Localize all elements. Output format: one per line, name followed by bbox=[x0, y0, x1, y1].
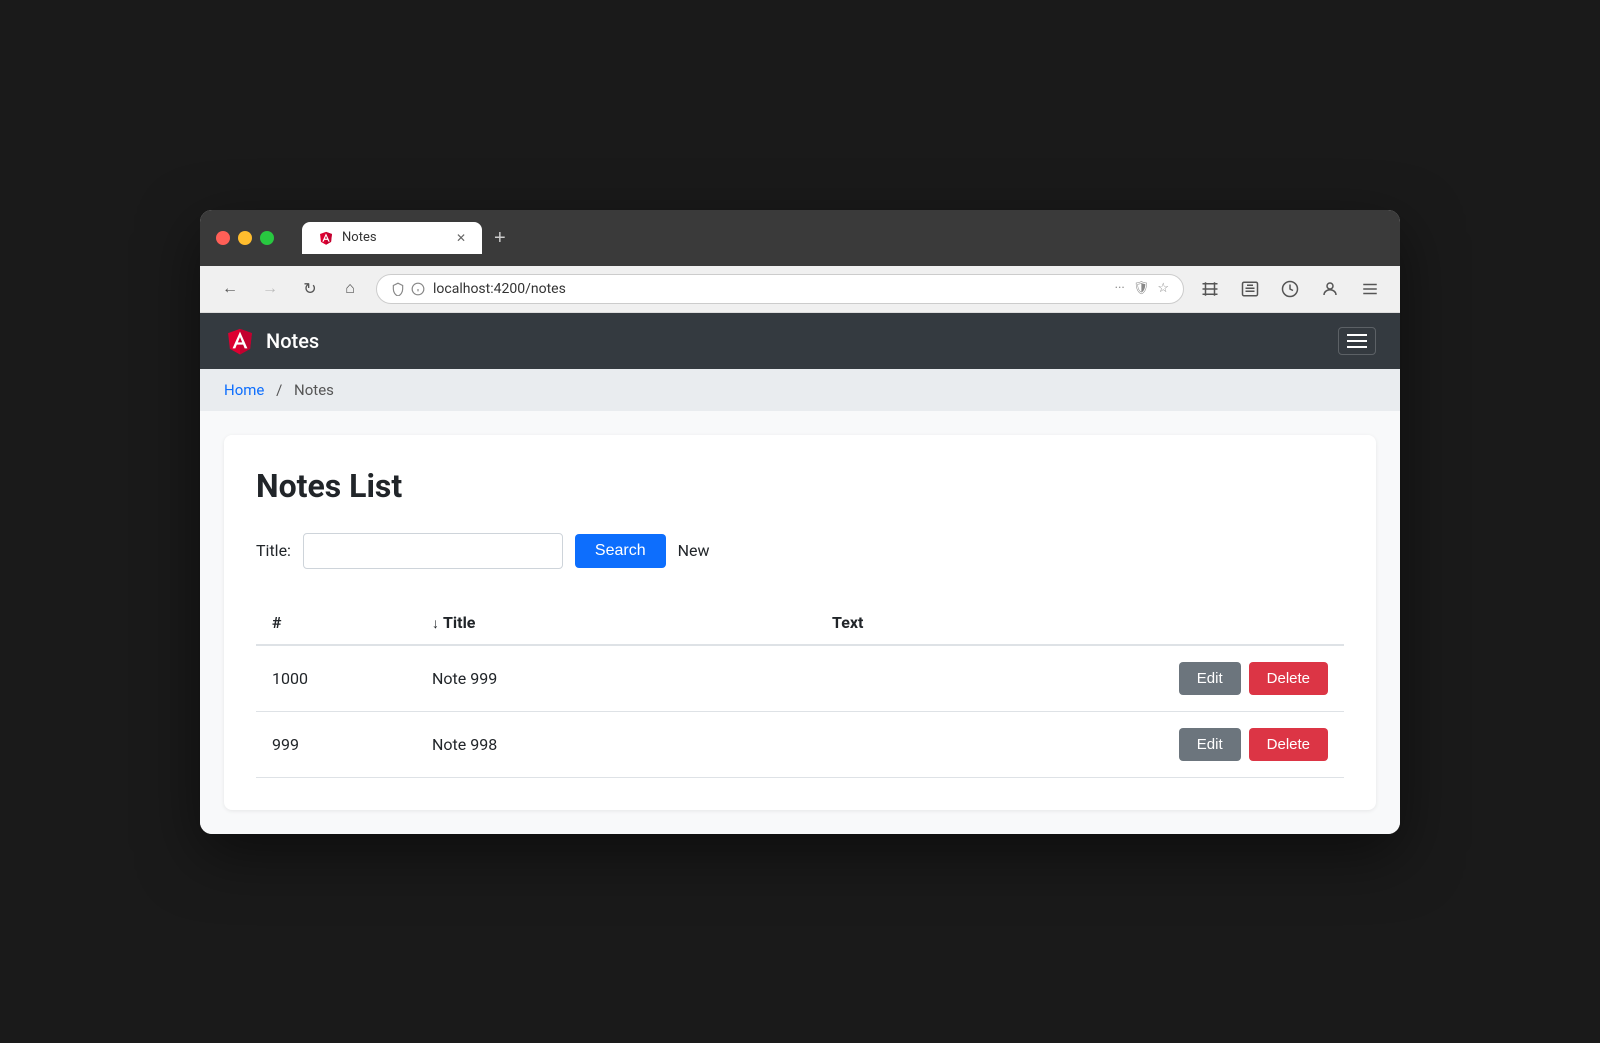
minimize-button[interactable] bbox=[238, 231, 252, 245]
hamburger-line-1 bbox=[1347, 334, 1367, 336]
back-button[interactable]: ← bbox=[216, 275, 244, 303]
url-protocol: localhost: bbox=[433, 281, 494, 297]
traffic-lights bbox=[216, 231, 274, 245]
page-title: Notes List bbox=[256, 467, 1344, 505]
star-icon[interactable]: ☆ bbox=[1157, 281, 1169, 296]
search-input[interactable] bbox=[303, 533, 563, 569]
app-brand: Notes bbox=[224, 325, 319, 357]
delete-button[interactable]: Delete bbox=[1249, 728, 1328, 761]
edit-button[interactable]: Edit bbox=[1179, 662, 1241, 695]
edit-button[interactable]: Edit bbox=[1179, 728, 1241, 761]
browser-titlebar: Notes ✕ + bbox=[200, 210, 1400, 266]
forward-button[interactable]: → bbox=[256, 275, 284, 303]
browser-window: Notes ✕ + ← → ↻ ⌂ bbox=[200, 210, 1400, 834]
row-actions: EditDelete bbox=[953, 711, 1344, 777]
address-bar-actions: ··· 🛡 ☆ bbox=[1115, 281, 1169, 296]
breadcrumb-current-page: Notes bbox=[294, 381, 334, 399]
library-icon[interactable] bbox=[1196, 275, 1224, 303]
table-row: 999Note 998 EditDelete bbox=[256, 711, 1344, 777]
row-text bbox=[816, 645, 953, 712]
main-content: Notes List Title: Search New # ↓Title bbox=[200, 411, 1400, 834]
search-row: Title: Search New bbox=[256, 533, 1344, 569]
home-icon: ⌂ bbox=[345, 280, 355, 298]
table-row: 1000Note 999 EditDelete bbox=[256, 645, 1344, 712]
reload-button[interactable]: ↻ bbox=[296, 275, 324, 303]
col-header-text: Text bbox=[816, 601, 953, 645]
info-icon bbox=[411, 282, 425, 296]
row-title: Note 998 bbox=[416, 711, 816, 777]
tab-bar: Notes ✕ + bbox=[302, 222, 1384, 254]
search-button[interactable]: Search bbox=[575, 534, 666, 568]
row-id: 999 bbox=[256, 711, 416, 777]
search-label: Title: bbox=[256, 541, 291, 560]
delete-button[interactable]: Delete bbox=[1249, 662, 1328, 695]
content-card: Notes List Title: Search New # ↓Title bbox=[224, 435, 1376, 810]
angular-logo-icon bbox=[224, 325, 256, 357]
forward-icon: → bbox=[262, 280, 278, 298]
breadcrumb: Home / Notes bbox=[200, 369, 1400, 411]
reload-icon: ↻ bbox=[303, 279, 316, 299]
tab-favicon-icon bbox=[318, 230, 334, 246]
hamburger-line-3 bbox=[1347, 346, 1367, 348]
back-icon: ← bbox=[222, 280, 238, 298]
address-bar-security bbox=[391, 282, 425, 296]
shield-icon bbox=[391, 282, 405, 296]
table-header-row: # ↓Title Text bbox=[256, 601, 1344, 645]
tab-title: Notes bbox=[342, 230, 377, 245]
address-url: localhost:4200/notes bbox=[433, 281, 1107, 297]
row-id: 1000 bbox=[256, 645, 416, 712]
browser-menu-icon[interactable] bbox=[1356, 275, 1384, 303]
row-actions: EditDelete bbox=[953, 645, 1344, 712]
col-header-id: # bbox=[256, 601, 416, 645]
address-bar[interactable]: localhost:4200/notes ··· 🛡 ☆ bbox=[376, 274, 1184, 304]
breadcrumb-home-link[interactable]: Home bbox=[224, 381, 264, 399]
active-tab[interactable]: Notes ✕ bbox=[302, 222, 482, 254]
row-title: Note 999 bbox=[416, 645, 816, 712]
tab-close-button[interactable]: ✕ bbox=[456, 231, 466, 245]
close-button[interactable] bbox=[216, 231, 230, 245]
home-button[interactable]: ⌂ bbox=[336, 275, 364, 303]
hamburger-menu-button[interactable] bbox=[1338, 327, 1376, 355]
row-text bbox=[816, 711, 953, 777]
browser-toolbar-right bbox=[1196, 275, 1384, 303]
more-icon[interactable]: ··· bbox=[1115, 281, 1125, 296]
breadcrumb-separator: / bbox=[276, 381, 282, 399]
maximize-button[interactable] bbox=[260, 231, 274, 245]
new-note-link[interactable]: New bbox=[678, 541, 710, 560]
reader-view-icon[interactable] bbox=[1236, 275, 1264, 303]
app-brand-name: Notes bbox=[266, 329, 319, 353]
notes-table-body: 1000Note 999 EditDelete 999Note 998 EditDel… bbox=[256, 645, 1344, 778]
hamburger-line-2 bbox=[1347, 340, 1367, 342]
profile-icon[interactable] bbox=[1316, 275, 1344, 303]
browser-toolbar: ← → ↻ ⌂ localhost:4200/notes bbox=[200, 266, 1400, 313]
pocket-icon[interactable]: 🛡 bbox=[1133, 281, 1150, 296]
col-header-actions bbox=[953, 601, 1344, 645]
sort-arrow-icon: ↓ bbox=[432, 615, 439, 632]
col-header-title: ↓Title bbox=[416, 601, 816, 645]
new-tab-button[interactable]: + bbox=[486, 223, 514, 254]
app-navbar: Notes bbox=[200, 313, 1400, 369]
url-path: 4200/notes bbox=[494, 281, 566, 297]
clock-icon[interactable] bbox=[1276, 275, 1304, 303]
notes-table: # ↓Title Text 1000Note 999EditDelete999N… bbox=[256, 601, 1344, 778]
